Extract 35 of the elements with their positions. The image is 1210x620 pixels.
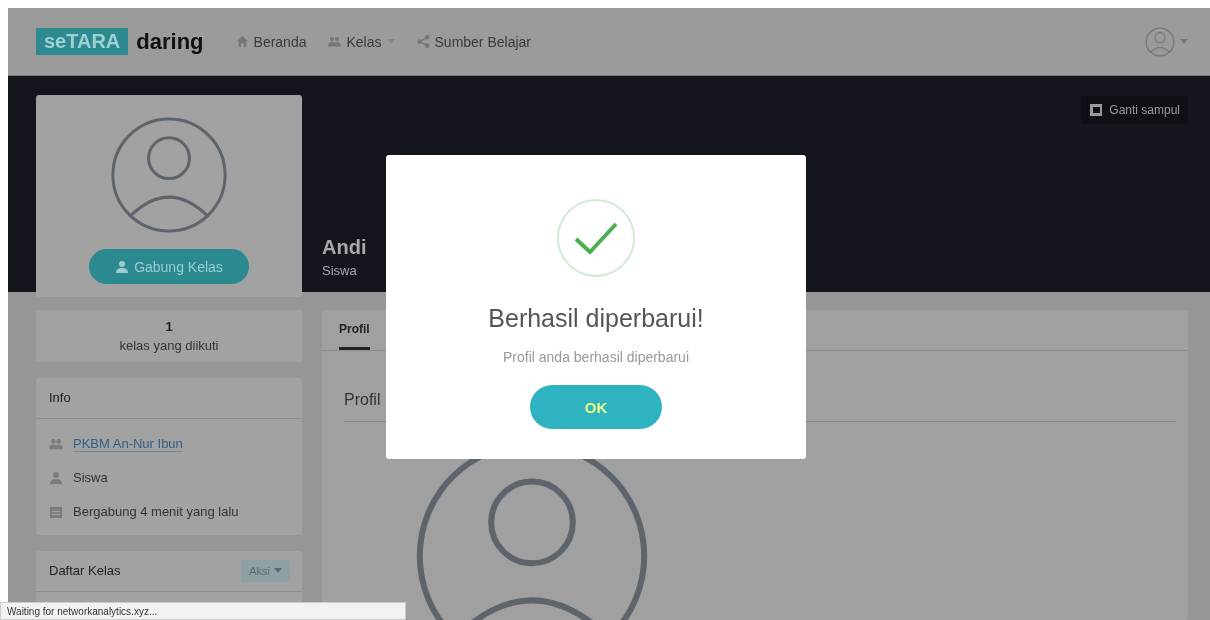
caret-icon — [274, 568, 282, 574]
status-bar: Waiting for networkanalytics.xyz... — [0, 602, 406, 620]
class-count-label: kelas yang diikuti — [119, 337, 219, 353]
info-text: Siswa — [73, 470, 108, 486]
share-icon — [416, 35, 430, 48]
nav-link[interactable]: Sumber Belajar — [416, 33, 531, 50]
avatar-icon — [1145, 26, 1175, 57]
class-count: 1 — [165, 318, 173, 334]
change-cover-button[interactable]: Ganti sampul — [1081, 96, 1188, 124]
card-title: Daftar Kelas — [49, 563, 121, 579]
tab[interactable]: Profil — [339, 310, 370, 350]
nav-link[interactable]: Beranda — [235, 33, 307, 50]
info-link[interactable]: PKBM An-Nur Ibun — [73, 435, 183, 452]
logo-box[interactable]: seTARA — [36, 28, 129, 55]
dialog-title: Berhasil diperbarui! — [488, 304, 704, 333]
image-icon — [1089, 103, 1104, 117]
logo-text[interactable]: daring — [136, 28, 204, 55]
user-name: Andi — [322, 236, 367, 259]
dialog-message: Profil anda berhasil diperbarui — [503, 349, 689, 365]
nav-link[interactable]: Kelas — [328, 33, 395, 50]
calendar-icon — [49, 504, 63, 519]
user-icon — [115, 259, 130, 274]
user-menu[interactable] — [1145, 26, 1188, 57]
user-icon — [49, 470, 63, 485]
caret-icon — [1180, 39, 1188, 44]
ok-button[interactable]: OK — [530, 385, 662, 429]
users-icon — [328, 35, 342, 48]
avatar-icon — [109, 115, 229, 235]
users-icon — [49, 436, 63, 451]
home-icon — [235, 35, 249, 48]
check-icon — [556, 198, 636, 278]
info-text: Bergabung 4 menit yang lalu — [73, 504, 239, 520]
card-title: Info — [49, 390, 71, 406]
user-role: Siswa — [322, 263, 358, 278]
join-class-button[interactable]: Gabung Kelas — [89, 249, 249, 284]
